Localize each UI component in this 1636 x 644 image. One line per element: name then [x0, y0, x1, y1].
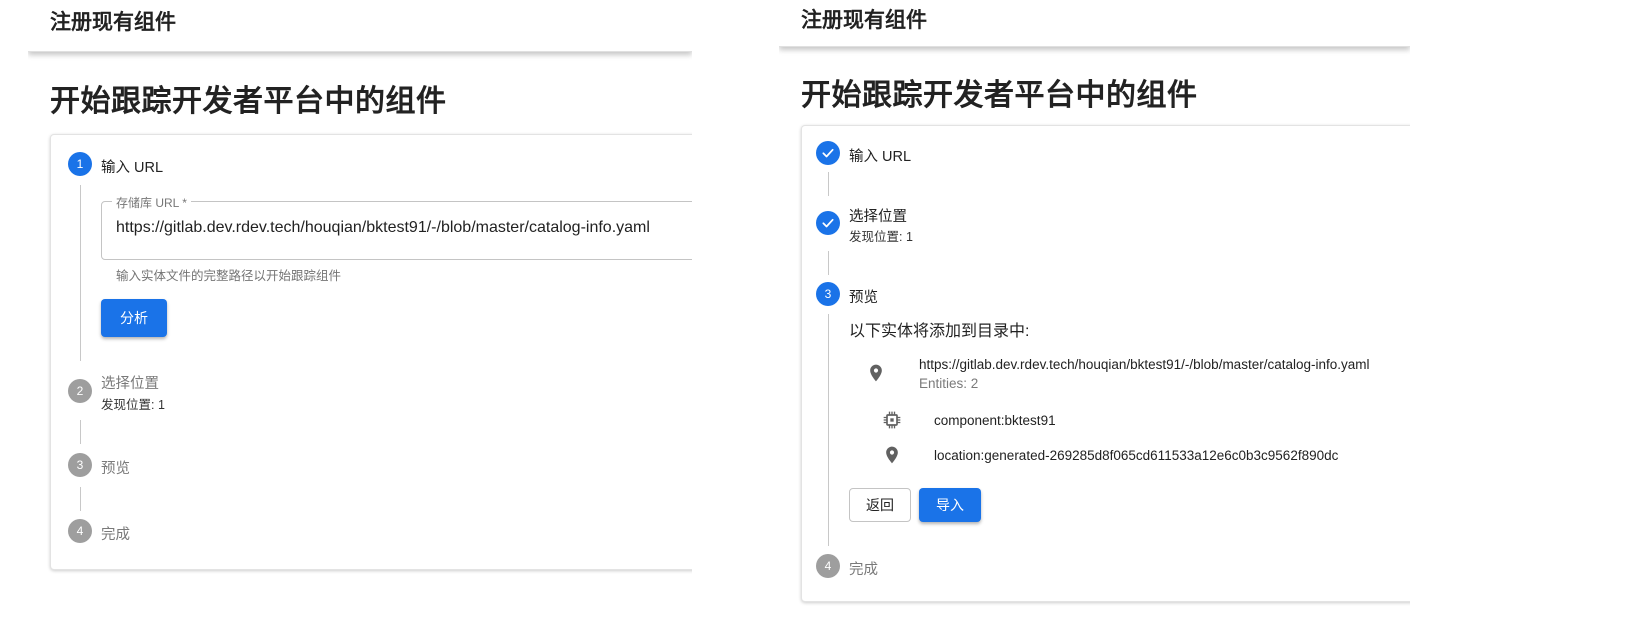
step-4-label[interactable]: 完成 — [101, 523, 130, 544]
preview-intro-text: 以下实体将添加到目录中: — [849, 323, 1030, 340]
step-connector — [80, 185, 81, 361]
step-3-number-icon: 3 — [816, 282, 840, 306]
right-screenshot: 注册现有组件 开始跟踪开发者平台中的组件 输入 URL 选择位置 发现位置: 1… — [779, 0, 1410, 644]
step-4-label[interactable]: 完成 — [849, 558, 878, 579]
step-2-label[interactable]: 选择位置 — [849, 205, 907, 226]
step-4-number-icon: 4 — [816, 554, 840, 578]
page-title: 开始跟踪开发者平台中的组件 — [801, 79, 1198, 112]
import-button[interactable]: 导入 — [919, 488, 981, 522]
page-title: 开始跟踪开发者平台中的组件 — [50, 85, 447, 118]
back-button[interactable]: 返回 — [849, 488, 911, 522]
left-screenshot: 注册现有组件 开始跟踪开发者平台中的组件 1 输入 URL 存储库 URL * … — [28, 0, 692, 644]
step-2-label[interactable]: 选择位置 — [101, 372, 159, 393]
step-2-number-icon: 2 — [68, 379, 92, 403]
repository-url-input[interactable] — [116, 219, 692, 237]
step-connector — [828, 172, 829, 196]
step-3-label[interactable]: 预览 — [101, 457, 130, 478]
app-header: 注册现有组件 — [28, 0, 692, 52]
location-entities-count: Entities: 2 — [919, 376, 979, 391]
location-pin-icon — [882, 445, 902, 465]
app-title: 注册现有组件 — [50, 11, 176, 34]
step-connector — [80, 420, 81, 444]
app-header: 注册现有组件 — [779, 0, 1410, 47]
step-2-sublabel: 发现位置: 1 — [101, 398, 165, 412]
step-connector — [80, 487, 81, 511]
location-pin-icon — [866, 363, 886, 383]
step-1-check-icon — [816, 141, 840, 165]
app-title: 注册现有组件 — [801, 9, 927, 32]
step-1-label[interactable]: 输入 URL — [849, 145, 911, 166]
entity-location-name: location:generated-269285d8f065cd611533a… — [934, 448, 1339, 463]
step-connector — [828, 314, 829, 546]
step-1-label[interactable]: 输入 URL — [101, 156, 163, 177]
location-url: https://gitlab.dev.rdev.tech/houqian/bkt… — [919, 357, 1370, 372]
repository-url-label: 存储库 URL * — [112, 194, 191, 211]
entity-component-name: component:bktest91 — [934, 413, 1056, 428]
repository-url-field[interactable]: 存储库 URL * — [101, 194, 692, 260]
step-3-label[interactable]: 预览 — [849, 286, 878, 307]
step-4-number-icon: 4 — [68, 519, 92, 543]
step-2-check-icon — [816, 211, 840, 235]
stepper-card: 输入 URL 选择位置 发现位置: 1 3 预览 以下实体将添加到目录中: ht… — [801, 125, 1410, 602]
step-3-number-icon: 3 — [68, 453, 92, 477]
stepper-card: 1 输入 URL 存储库 URL * 输入实体文件的完整路径以开始跟踪组件 分析… — [50, 134, 692, 570]
step-1-number-icon: 1 — [68, 152, 92, 176]
step-connector — [828, 251, 829, 275]
step-2-sublabel: 发现位置: 1 — [849, 230, 913, 244]
analyze-button[interactable]: 分析 — [101, 299, 167, 337]
chip-icon — [882, 410, 902, 430]
repository-url-helper: 输入实体文件的完整路径以开始跟踪组件 — [116, 269, 342, 283]
